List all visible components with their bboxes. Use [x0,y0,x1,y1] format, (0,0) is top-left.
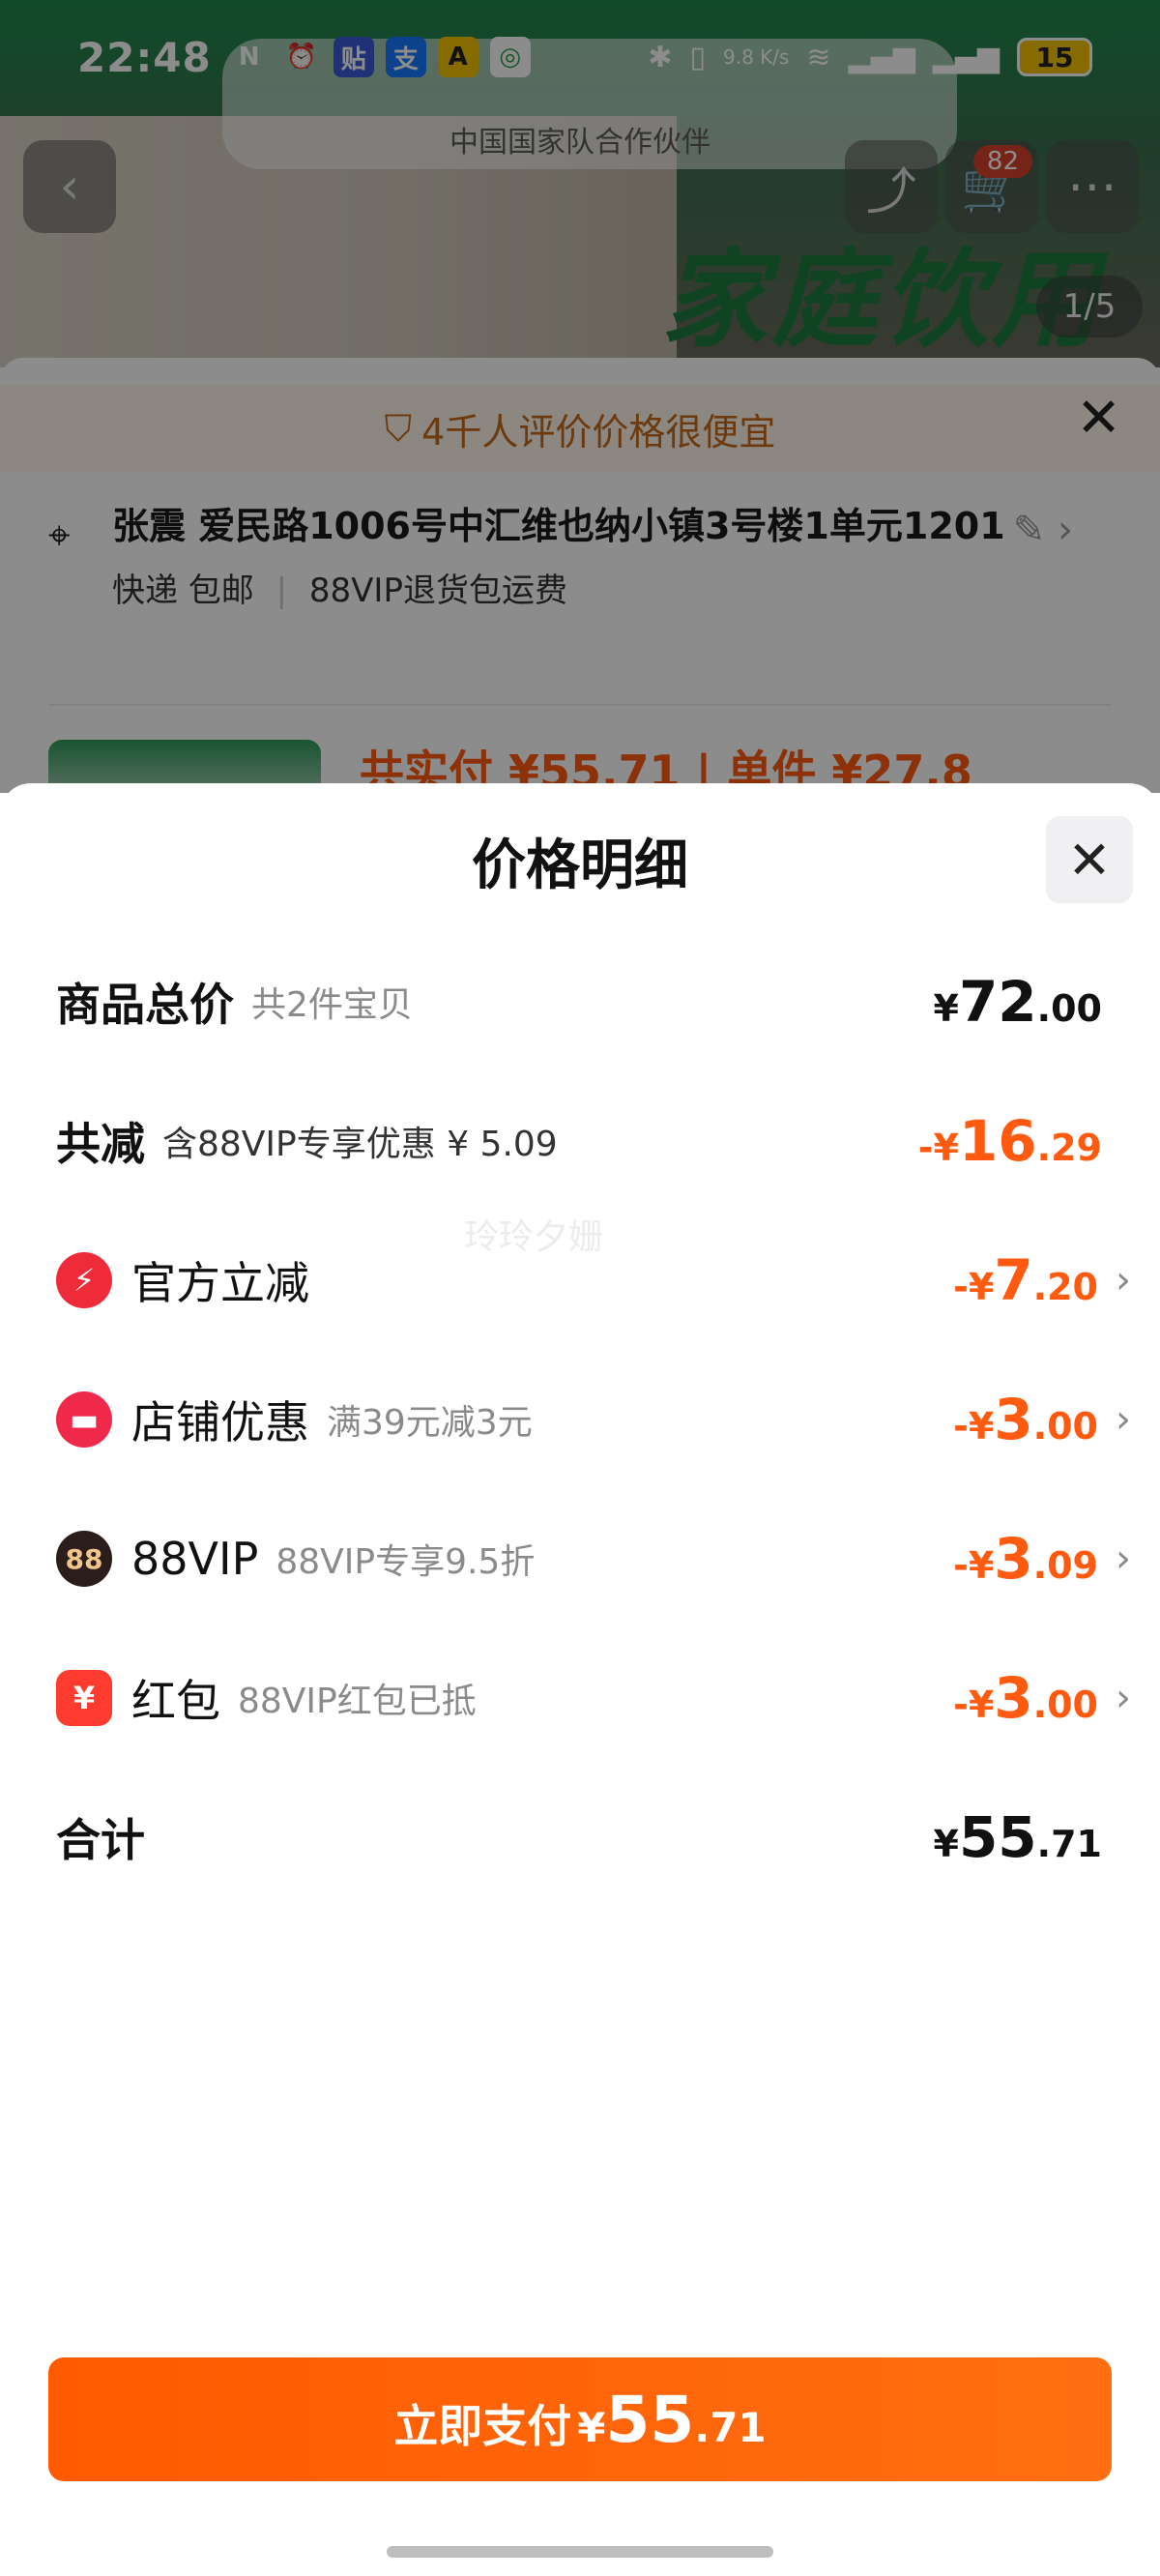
row-amount: ¥72.00 [933,969,1103,1035]
chevron-right-icon: › [1116,1676,1131,1720]
row-label: 88VIP [131,1533,259,1585]
row-label: 合计 [56,1814,145,1866]
row-amount: -¥ 7.20 [953,1247,1098,1313]
row-label: 共减 [56,1118,145,1170]
row-sub: 88VIP红包已抵 [238,1682,477,1721]
shop-icon: ▬ [56,1391,112,1448]
row-sub: 88VIP专享9.5折 [276,1542,536,1582]
row-sub: 满39元减3元 [327,1403,533,1443]
row-official-discount[interactable]: ⚡ 官方立减 -¥ 7.20 › [56,1242,1131,1319]
row-sub: 共2件宝贝 [251,985,413,1025]
row-amount: -¥ 3.00 [953,1665,1098,1731]
chevron-right-icon: › [1116,1397,1131,1442]
pay-now-button[interactable]: 立即支付 ¥ 55 .71 [48,2357,1112,2481]
row-total-price: 商品总价 共2件宝贝 ¥72.00 [56,963,1102,1040]
row-red-packet[interactable]: ¥ 红包 88VIP红包已抵 -¥ 3.00 › [56,1659,1131,1737]
close-button[interactable]: ✕ [1046,816,1133,903]
home-indicator[interactable] [387,2546,773,2558]
red-packet-icon: ¥ [56,1670,112,1726]
row-88vip-discount[interactable]: 88 88VIP 88VIP专享9.5折 -¥ 3.09 › [56,1520,1131,1597]
row-label: 红包 [131,1675,220,1727]
row-total-discount: 共减 含88VIP专享优惠 ¥ 5.09 -¥ 16.29 [56,1102,1102,1180]
row-shop-discount[interactable]: ▬ 店铺优惠 满39元减3元 -¥ 3.00 › [56,1381,1131,1458]
row-amount: -¥ 3.00 [953,1387,1098,1452]
price-detail-sheet: 价格明细 ✕ 玲玲夕姗 商品总价 共2件宝贝 ¥72.00 共减 含88VIP专… [0,783,1160,2576]
pay-button-label: 立即支付 [393,2400,572,2452]
row-label: 店铺优惠 [131,1396,309,1449]
vip-88-icon: 88 [56,1531,112,1587]
row-amount: ¥55.71 [933,1804,1103,1870]
row-grand-total: 合计 ¥55.71 [56,1799,1102,1876]
sheet-title: 价格明细 [472,834,688,897]
row-amount: -¥ 16.29 [917,1108,1102,1174]
row-sub: 含88VIP专享优惠 ¥ 5.09 [162,1125,558,1164]
close-icon: ✕ [1067,829,1112,891]
modal-overlay[interactable] [0,0,1160,793]
row-amount: -¥ 3.09 [953,1526,1098,1592]
row-label: 商品总价 [56,979,234,1031]
row-label: 官方立减 [131,1257,309,1309]
chevron-right-icon: › [1116,1258,1131,1303]
lightning-icon: ⚡ [56,1252,112,1308]
chevron-right-icon: › [1116,1537,1131,1581]
